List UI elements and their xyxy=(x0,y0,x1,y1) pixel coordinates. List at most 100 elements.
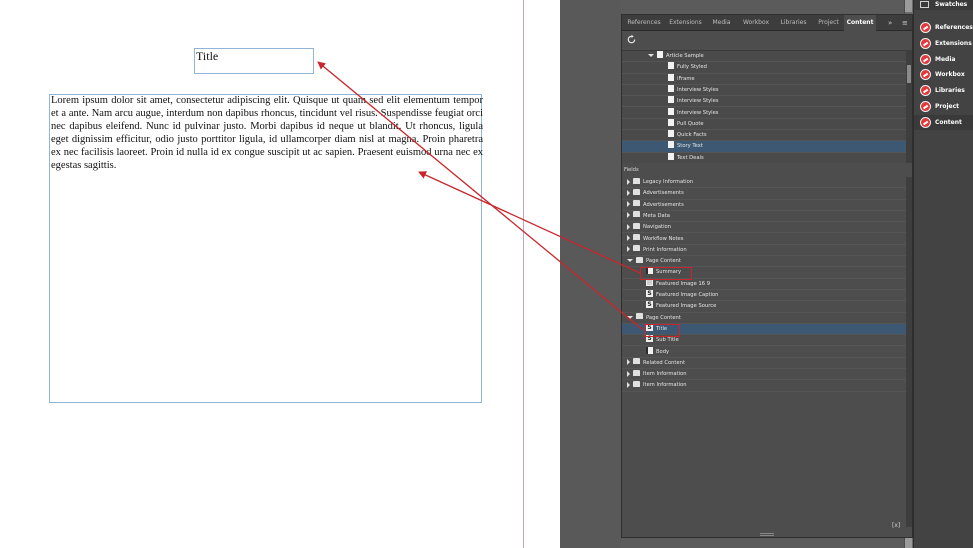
expand-arrow-icon[interactable] xyxy=(627,359,630,366)
expand-arrow-icon[interactable] xyxy=(627,212,630,219)
tab-project[interactable]: Project xyxy=(814,15,843,31)
folder-icon xyxy=(633,245,640,252)
panel-menu-icon[interactable]: ≡ xyxy=(902,15,908,31)
field-item[interactable]: Body xyxy=(622,346,906,358)
title-text-frame[interactable]: Title xyxy=(194,48,314,74)
project-icon xyxy=(920,101,931,112)
dock-item-project[interactable]: Project xyxy=(914,99,973,114)
field-group[interactable]: Advertisements xyxy=(622,200,906,211)
extensions-icon xyxy=(920,38,931,49)
field-group[interactable]: Navigation xyxy=(622,222,906,234)
expand-arrow-icon[interactable] xyxy=(627,246,630,253)
dock-item-media[interactable]: Media xyxy=(914,52,973,67)
variable-button[interactable]: [x] xyxy=(892,522,900,529)
field-item[interactable]: S Featured Image Caption xyxy=(622,290,906,302)
tab-libraries[interactable]: Libraries xyxy=(776,15,811,31)
field-group[interactable]: Item Information xyxy=(622,380,906,392)
field-label: Advertisements xyxy=(643,201,684,208)
fields-tree-scrollbar[interactable] xyxy=(906,177,912,527)
content-item[interactable]: Interview Styles xyxy=(622,107,906,119)
field-item[interactable]: S Featured Image Source xyxy=(622,301,906,313)
content-item[interactable]: Interview Styles xyxy=(622,84,906,97)
scrollbar-thumb-bottom[interactable] xyxy=(905,538,912,548)
field-group[interactable]: Legacy Information xyxy=(622,177,906,189)
content-icon xyxy=(920,117,931,128)
refresh-icon[interactable] xyxy=(626,34,637,45)
expand-arrow-icon[interactable] xyxy=(627,235,630,241)
field-group[interactable]: Related Content xyxy=(622,358,906,370)
content-panel: References Extensions Media Workbox Librarie… xyxy=(621,14,913,538)
dock-item-label: Media xyxy=(935,56,956,63)
expand-arrow-icon[interactable] xyxy=(627,178,630,185)
dock-item-swatches[interactable]: Swatches xyxy=(914,0,973,10)
dock-item-content[interactable]: Content xyxy=(914,115,973,130)
expand-arrow-icon[interactable] xyxy=(627,189,630,196)
document-page: Title Lorem ipsum dolor sit amet, consec… xyxy=(0,0,560,548)
content-item-label: Text Deals xyxy=(677,154,704,161)
content-item[interactable]: Text Deals xyxy=(622,152,906,163)
body-text-frame[interactable]: Lorem ipsum dolor sit amet, consectetur … xyxy=(49,94,483,403)
dock-item-label: References xyxy=(935,24,973,31)
document-icon xyxy=(668,141,674,149)
tab-references[interactable]: References xyxy=(622,15,666,31)
expand-arrow-icon[interactable] xyxy=(627,381,630,388)
dock-item-extensions[interactable]: Extensions xyxy=(914,36,973,51)
field-group[interactable]: Item Information xyxy=(622,369,906,381)
swatches-icon xyxy=(920,1,929,8)
string-field-icon: S xyxy=(646,290,653,297)
document-icon xyxy=(668,84,674,92)
field-item[interactable]: Featured Image 16 9 xyxy=(622,278,906,290)
field-group[interactable]: Advertisements xyxy=(622,188,906,200)
field-group[interactable]: Meta Data xyxy=(622,211,906,223)
expand-arrow-icon[interactable] xyxy=(627,370,630,377)
folder-icon xyxy=(633,234,640,240)
content-item[interactable]: Article Sample xyxy=(622,51,906,63)
expand-arrow-icon[interactable] xyxy=(627,223,630,230)
content-item[interactable]: Fully Styled xyxy=(622,62,906,74)
collapse-arrow-icon[interactable] xyxy=(627,315,633,319)
collapse-arrow-icon[interactable] xyxy=(627,259,633,263)
field-group[interactable]: Page Content xyxy=(622,313,906,324)
content-item-label: Interview Styles xyxy=(677,86,719,93)
content-item-label: Quick Facts xyxy=(677,132,707,139)
scrollbar-thumb[interactable] xyxy=(905,0,912,12)
dock-item-references[interactable]: References xyxy=(914,20,973,35)
content-tree-scroll-thumb[interactable] xyxy=(907,65,911,83)
tab-content[interactable]: Content xyxy=(844,15,876,31)
panel-resize-grip[interactable] xyxy=(760,533,774,536)
content-item[interactable]: Interview Styles xyxy=(622,96,906,108)
document-icon xyxy=(668,62,674,70)
field-label: Print Information xyxy=(643,246,687,253)
tab-overflow-button[interactable]: » xyxy=(888,15,892,31)
document-icon xyxy=(668,96,674,104)
dock-item-workbox[interactable]: Workbox xyxy=(914,67,973,82)
field-group[interactable]: Print Information xyxy=(622,245,906,257)
tab-extensions[interactable]: Extensions xyxy=(667,15,704,31)
folder-icon xyxy=(633,222,640,229)
dock-item-label: Content xyxy=(935,119,962,126)
field-label: Featured Image Caption xyxy=(656,292,719,298)
content-item[interactable]: Pull Quote xyxy=(622,118,906,131)
dock-item-label: Swatches xyxy=(935,1,968,8)
field-group[interactable]: Workflow Notes xyxy=(622,234,906,245)
field-label: Featured Image 16 9 xyxy=(656,280,710,287)
document-icon xyxy=(668,118,674,126)
expand-arrow-icon[interactable] xyxy=(648,54,654,57)
dock-item-libraries[interactable]: Libraries xyxy=(914,83,973,98)
expand-arrow-icon[interactable] xyxy=(627,201,630,208)
workbox-icon xyxy=(920,69,931,80)
document-icon xyxy=(657,51,663,58)
content-item[interactable]: Quick Facts xyxy=(622,130,906,142)
field-label: Page Content xyxy=(646,258,681,265)
tab-media[interactable]: Media xyxy=(709,15,734,31)
title-text: Title xyxy=(196,49,219,63)
tab-workbox[interactable]: Workbox xyxy=(739,15,773,31)
field-group[interactable]: Page Content xyxy=(622,256,906,268)
content-item[interactable]: Story Text xyxy=(622,141,906,153)
folder-icon xyxy=(633,358,640,365)
pasteboard-gutter xyxy=(560,0,621,548)
content-item[interactable]: iFrame xyxy=(622,73,906,85)
content-tree: Article Sample Fully Styled iFrame Intervie… xyxy=(622,50,906,163)
dock-item-label: Project xyxy=(935,103,960,110)
content-item-label: Fully Styled xyxy=(677,64,707,71)
